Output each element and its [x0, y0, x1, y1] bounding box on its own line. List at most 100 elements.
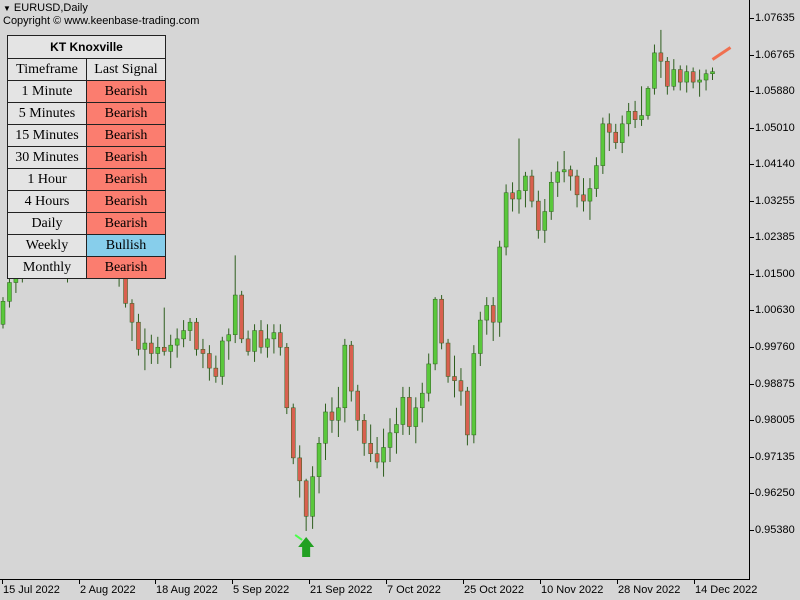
candle — [181, 320, 186, 348]
candle — [678, 65, 683, 91]
timeframe-cell: 30 Minutes — [7, 146, 87, 169]
candle — [510, 182, 515, 212]
time-label: 5 Sep 2022 — [233, 584, 290, 596]
price-label: 1.04140 — [755, 158, 795, 171]
candle — [7, 274, 12, 308]
copyright-text: Copyright © www.keenbase-trading.com — [3, 15, 200, 27]
price-label: 0.98875 — [755, 377, 795, 390]
candle-body — [639, 115, 644, 120]
candle-body — [374, 453, 380, 463]
candle — [213, 355, 219, 383]
candle-body — [684, 71, 689, 83]
candle-body — [136, 321, 141, 350]
candle-body — [381, 447, 386, 463]
signal-cell: Bearish — [86, 80, 166, 103]
candle — [471, 345, 477, 444]
candle-body — [252, 330, 257, 352]
candle — [258, 320, 264, 354]
price-tick — [750, 18, 754, 19]
candle-body — [258, 330, 264, 348]
candle — [284, 343, 290, 415]
price-tick — [750, 456, 754, 458]
candle — [645, 86, 651, 120]
candle — [220, 336, 225, 385]
candle — [632, 100, 638, 129]
candle-body — [174, 338, 180, 346]
candle-body — [220, 340, 225, 377]
candle-body — [407, 397, 412, 427]
candle-body — [665, 60, 670, 87]
candle-body — [503, 192, 509, 248]
signal-cell: Bearish — [86, 168, 166, 191]
candle-body — [452, 376, 457, 381]
price-label: 1.07635 — [755, 12, 795, 24]
candle-body — [342, 344, 348, 409]
time-label: 28 Nov 2022 — [618, 584, 681, 596]
candle — [420, 382, 425, 423]
price-label: 0.98005 — [755, 414, 795, 427]
candle — [323, 403, 328, 460]
candle-body — [626, 111, 631, 125]
signal-cell: Bearish — [86, 102, 166, 125]
candle — [619, 115, 625, 154]
price-label: 0.95380 — [755, 523, 795, 536]
candle-body — [387, 432, 393, 448]
timeframe-cell: Weekly — [7, 234, 87, 257]
candle — [271, 324, 277, 354]
timeframe-cell: Monthly — [7, 256, 87, 279]
candle-body — [349, 344, 354, 392]
candle-body — [0, 301, 6, 325]
time-label: 10 Nov 2022 — [541, 584, 604, 596]
candle — [297, 445, 302, 498]
price-chart[interactable]: ▼ EURUSD,Daily Copyright © www.keenbase-… — [0, 0, 750, 580]
candle — [523, 171, 528, 208]
candle — [574, 169, 580, 208]
price-tick — [750, 493, 754, 495]
candle — [349, 340, 354, 402]
candle — [542, 199, 548, 243]
column-header-timeframe: Timeframe — [7, 58, 87, 81]
candle — [497, 240, 502, 337]
timeframe-cell: Daily — [7, 212, 87, 235]
time-label: 7 Oct 2022 — [387, 584, 441, 596]
candle-body — [162, 346, 167, 352]
candle — [594, 157, 599, 197]
time-label: 25 Oct 2022 — [464, 584, 524, 596]
candle — [174, 328, 180, 358]
candle — [432, 297, 438, 371]
timeframe-cell: 4 Hours — [7, 190, 87, 213]
candle — [581, 178, 586, 212]
candle — [336, 386, 341, 438]
candle-body — [271, 332, 277, 340]
column-header-last-signal: Last Signal — [86, 58, 166, 81]
candle — [607, 113, 612, 151]
signal-row: Weekly Bullish — [7, 234, 166, 257]
candle-body — [297, 457, 302, 482]
candle — [194, 318, 199, 356]
candle-body — [329, 411, 335, 421]
candle — [439, 295, 444, 350]
indicator-name: KT Knoxville — [7, 35, 166, 59]
signal-row: Monthly Bearish — [7, 256, 166, 279]
candle-body — [310, 476, 315, 517]
chart-menu-triangle-icon[interactable]: ▼ — [3, 2, 11, 15]
candle — [278, 324, 283, 356]
candle — [555, 161, 560, 197]
candle-body — [478, 319, 483, 354]
candle-body — [561, 169, 567, 173]
candle-body — [632, 111, 638, 120]
price-label: 0.97135 — [755, 450, 795, 463]
buy-signal-arrow-icon — [294, 534, 315, 557]
candle-body — [697, 79, 702, 83]
candle-body — [568, 169, 573, 177]
candle-body — [490, 305, 496, 323]
candle — [478, 311, 483, 367]
candle — [503, 184, 509, 256]
candle-body — [581, 194, 586, 202]
signal-row: 30 Minutes Bearish — [7, 146, 166, 169]
candle-body — [394, 424, 399, 434]
chart-header: ▼ EURUSD,Daily Copyright © www.keenbase-… — [3, 2, 199, 28]
candle-body — [355, 390, 360, 421]
candle — [316, 437, 322, 494]
candle — [0, 297, 6, 329]
